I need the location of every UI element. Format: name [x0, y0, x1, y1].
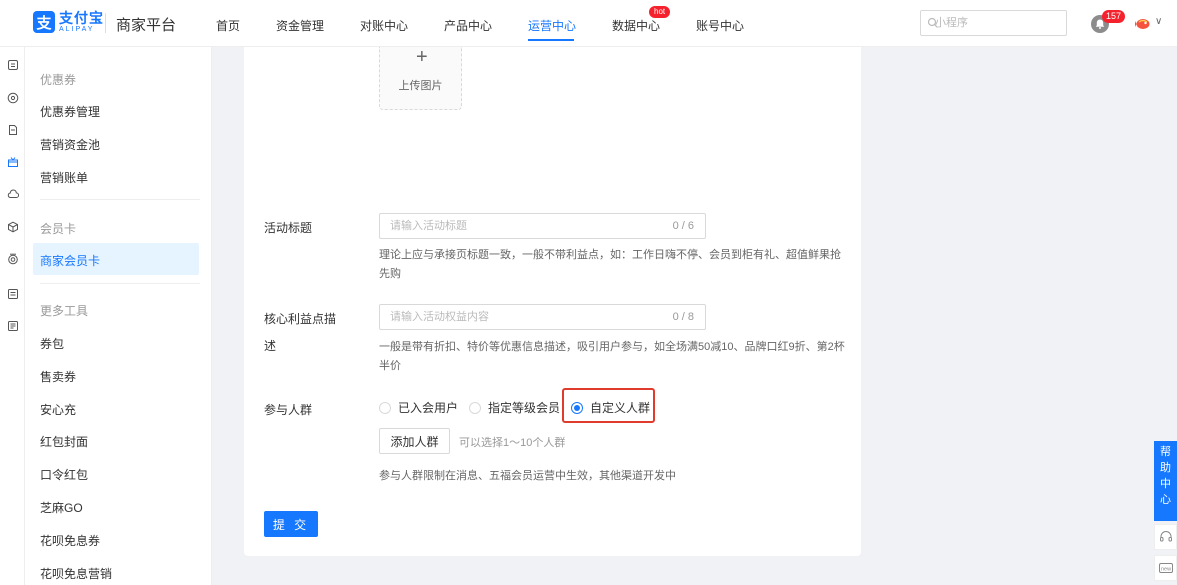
- image-upload[interactable]: + 上传图片: [379, 47, 462, 110]
- nav-data[interactable]: 数据中心: [612, 17, 660, 34]
- radio-circle: [379, 401, 391, 414]
- submenu-item-marketing-bill[interactable]: 营销账单: [40, 169, 88, 186]
- logo-text: 支付宝: [59, 10, 104, 26]
- avatar[interactable]: [1135, 16, 1151, 32]
- chevron-down-icon[interactable]: ∨: [1155, 16, 1162, 27]
- document-icon[interactable]: [7, 124, 19, 136]
- submit-button[interactable]: 提 交: [264, 511, 318, 537]
- audience-label: 参与人群: [264, 403, 313, 417]
- alipay-logo[interactable]: 支 支付宝 ALIPAY: [33, 11, 104, 33]
- nav-home[interactable]: 首页: [216, 17, 240, 34]
- submenu-item-huabei-free-coupon[interactable]: 花呗免息券: [40, 532, 100, 549]
- radio-joined-members[interactable]: 已入会用户: [379, 399, 458, 416]
- submenu-divider: [40, 199, 200, 200]
- platform-name: 商家平台: [116, 17, 177, 34]
- target-icon[interactable]: [7, 253, 19, 265]
- top-navbar: 支 支付宝 ALIPAY 商家平台 首页 资金管理 对账中心 产品中心 运营中心…: [0, 0, 1177, 47]
- help-char: 中: [1160, 478, 1171, 490]
- submenu-item-red-packet-cover[interactable]: 红包封面: [40, 433, 88, 450]
- add-audience-hint: 可以选择1～10个人群: [459, 437, 566, 449]
- cloud-icon[interactable]: [7, 188, 19, 200]
- new-feature-button[interactable]: new: [1154, 555, 1177, 581]
- submenu-divider: [40, 283, 200, 284]
- compass-icon[interactable]: [7, 92, 19, 104]
- alipay-logo-mark: 支: [33, 11, 55, 33]
- radio-circle: [469, 401, 481, 414]
- logo-text-en: ALIPAY: [59, 26, 95, 33]
- submenu-group-coupons: 优惠券: [40, 73, 77, 87]
- submenu-item-coupon-management[interactable]: 优惠券管理: [40, 103, 100, 120]
- help-char: 心: [1160, 494, 1171, 506]
- core-benefit-counter: 0 / 8: [672, 311, 694, 323]
- nav-reconciliation[interactable]: 对账中心: [360, 17, 408, 34]
- activity-title-label: 活动标题: [264, 221, 313, 235]
- help-center-button[interactable]: 帮 助 中 心: [1154, 441, 1177, 521]
- svg-text:new: new: [1161, 566, 1171, 572]
- cube-icon[interactable]: [7, 221, 19, 233]
- radio-level-members[interactable]: 指定等级会员: [469, 399, 560, 416]
- plus-icon: +: [416, 46, 428, 68]
- search-box[interactable]: [920, 10, 1067, 36]
- activity-title-field[interactable]: 0 / 6: [379, 213, 706, 239]
- core-benefit-input[interactable]: [390, 308, 640, 326]
- radio-label: 指定等级会员: [488, 401, 561, 415]
- submenu-item-merchant-member-card[interactable]: 商家会员卡: [40, 252, 100, 269]
- file-icon[interactable]: [7, 320, 19, 332]
- nav-operations[interactable]: 运营中心: [528, 17, 576, 34]
- radio-label: 已入会用户: [398, 401, 459, 415]
- list-icon[interactable]: [7, 288, 19, 300]
- submenu-item-marketing-fund-pool[interactable]: 营销资金池: [40, 136, 100, 153]
- gift-icon[interactable]: [7, 156, 19, 168]
- submenu-item-coupon-pack[interactable]: 券包: [40, 335, 64, 352]
- highlight-box: [562, 388, 655, 423]
- activity-title-input[interactable]: [390, 217, 640, 235]
- activity-title-counter: 0 / 6: [672, 220, 694, 232]
- headset-icon: [1160, 531, 1172, 542]
- audience-note: 参与人群限制在消息、五福会员运营中生效，其他渠道开发中: [379, 470, 676, 482]
- upload-label: 上传图片: [398, 80, 443, 92]
- submenu-group-more-tools: 更多工具: [40, 304, 89, 318]
- customer-service-button[interactable]: [1154, 524, 1177, 550]
- nav-products[interactable]: 产品中心: [444, 17, 492, 34]
- submenu-item-password-red-packet[interactable]: 口令红包: [40, 466, 88, 483]
- new-badge-icon: new: [1159, 563, 1173, 573]
- submenu-item-huabei-free-marketing[interactable]: 花呗免息营销: [40, 565, 112, 582]
- add-audience-button[interactable]: 添加人群: [379, 428, 450, 454]
- help-char: 帮: [1160, 446, 1171, 458]
- hot-badge: hot: [649, 6, 671, 18]
- submenu: 优惠券 优惠券管理 营销资金池 营销账单 会员卡 商家会员卡 更多工具 券包 售…: [25, 47, 212, 585]
- logo-divider: [105, 13, 106, 33]
- submenu-group-member-card: 会员卡: [40, 222, 77, 236]
- core-benefit-label: 核心利益点描: [264, 312, 337, 326]
- home-icon[interactable]: [7, 59, 19, 71]
- notification-count-badge: 157: [1102, 10, 1126, 23]
- search-input[interactable]: [935, 13, 1060, 33]
- help-char: 助: [1160, 462, 1171, 474]
- core-benefit-help: 一般是带有折扣、特价等优惠信息描述，吸引用户参与，如全场满50减10、品牌口红9…: [379, 341, 845, 372]
- activity-title-help: 理论上应与承接页标题一致，一般不带利益点，如：工作日嗨不停、会员到柜有礼、超值鲜…: [379, 249, 841, 280]
- nav-active-underline: [528, 39, 574, 41]
- icon-rail: [0, 47, 25, 585]
- form-card: + 上传图片 活动标题 0 / 6 理论上应与承接页标题一致，一般不带利益点，如…: [244, 47, 861, 556]
- submenu-item-safe-recharge[interactable]: 安心充: [40, 401, 76, 418]
- submenu-item-zhima-go[interactable]: 芝麻GO: [40, 499, 83, 516]
- nav-account[interactable]: 账号中心: [696, 17, 744, 34]
- submenu-item-sell-coupon[interactable]: 售卖券: [40, 368, 76, 385]
- core-benefit-label-cont: 述: [264, 339, 277, 353]
- core-benefit-field[interactable]: 0 / 8: [379, 304, 706, 330]
- nav-funds[interactable]: 资金管理: [276, 17, 324, 34]
